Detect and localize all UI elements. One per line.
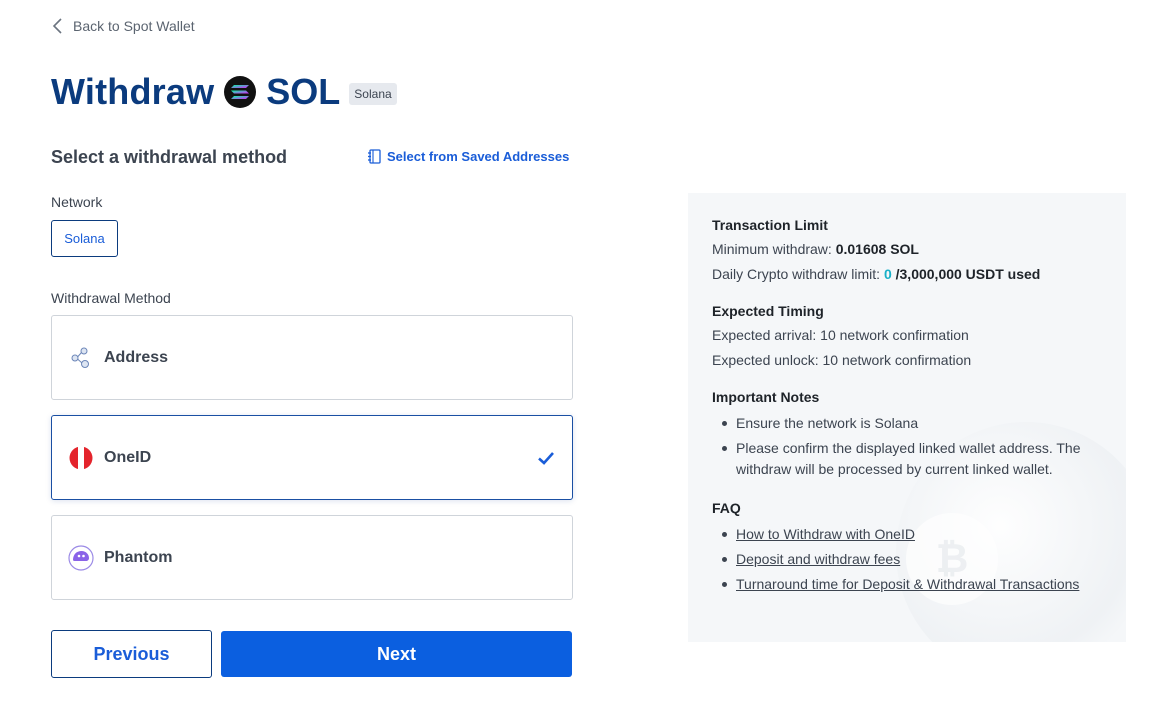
chevron-left-icon (52, 18, 62, 34)
withdrawal-method-heading: Select a withdrawal method (51, 147, 288, 167)
address-icon (68, 345, 94, 371)
note-item: Please confirm the displayed linked wall… (712, 438, 1102, 480)
min-withdraw-value: 0.01608 SOL (835, 241, 919, 257)
expected-timing-title: Expected Timing (712, 303, 824, 319)
faq-link-turnaround[interactable]: Turnaround time for Deposit & Withdrawal… (736, 576, 1079, 592)
faq-item: How to Withdraw with OneID (712, 524, 1102, 545)
important-notes-section: Important Notes Ensure the network is So… (712, 389, 1102, 480)
network-option-solana[interactable]: Solana (51, 220, 118, 257)
next-button[interactable]: Next (221, 631, 572, 677)
expected-unlock: Expected unlock: 10 network confirmation (712, 352, 972, 368)
title-prefix: Withdraw (51, 71, 215, 112)
minimum-withdraw-line: Minimum withdraw: 0.01608 SOL (712, 241, 1102, 258)
network-badge: Solana (349, 83, 397, 105)
faq-section: FAQ How to Withdraw with OneID Deposit a… (712, 500, 1102, 595)
back-label: Back to Spot Wallet (73, 18, 195, 34)
min-withdraw-label: Minimum withdraw: (712, 241, 832, 257)
transaction-limit-title: Transaction Limit (712, 217, 828, 233)
solana-logo-icon (224, 76, 257, 108)
daily-limit-used: 0 (883, 266, 892, 282)
method-label-oneid: OneID (104, 448, 152, 466)
daily-limit-line: Daily Crypto withdraw limit: 0 /3,000,00… (712, 266, 1102, 283)
method-label-phantom: Phantom (104, 548, 173, 566)
method-label-address: Address (104, 348, 169, 366)
oneid-icon (68, 445, 94, 471)
back-to-spot-wallet-link[interactable]: Back to Spot Wallet (51, 17, 195, 35)
saved-addresses-label: Select from Saved Addresses (387, 149, 570, 164)
daily-limit-total: /3,000,000 USDT used (895, 266, 1041, 282)
important-notes-title: Important Notes (712, 389, 820, 405)
page-title: Withdraw SOL Solana (51, 71, 397, 112)
phantom-icon (68, 544, 94, 571)
faq-link-fees[interactable]: Deposit and withdraw fees (736, 551, 900, 567)
faq-title: FAQ (712, 500, 741, 516)
faq-item: Deposit and withdraw fees (712, 549, 1102, 570)
select-saved-addresses-link[interactable]: Select from Saved Addresses (367, 149, 569, 164)
faq-link-oneid[interactable]: How to Withdraw with OneID (736, 526, 915, 542)
withdrawal-method-label: Withdrawal Method (51, 290, 171, 306)
checkmark-icon (538, 452, 554, 465)
address-book-icon (368, 149, 381, 164)
transaction-limit-section: Transaction Limit Minimum withdraw: 0.01… (712, 217, 1102, 283)
daily-limit-label: Daily Crypto withdraw limit: (712, 266, 881, 282)
faq-item: Turnaround time for Deposit & Withdrawal… (712, 574, 1102, 595)
method-option-address[interactable]: Address (51, 315, 573, 400)
coin-symbol: SOL (266, 71, 341, 112)
method-option-phantom[interactable]: Phantom (51, 515, 573, 600)
expected-timing-section: Expected Timing Expected arrival: 10 net… (712, 303, 1102, 369)
network-label: Network (51, 194, 103, 210)
expected-arrival: Expected arrival: 10 network confirmatio… (712, 327, 969, 343)
method-option-oneid[interactable]: OneID (51, 415, 573, 500)
info-panel: ₿ Transaction Limit Minimum withdraw: 0.… (688, 193, 1126, 642)
note-item: Ensure the network is Solana (712, 413, 1102, 434)
previous-button[interactable]: Previous (51, 630, 212, 678)
